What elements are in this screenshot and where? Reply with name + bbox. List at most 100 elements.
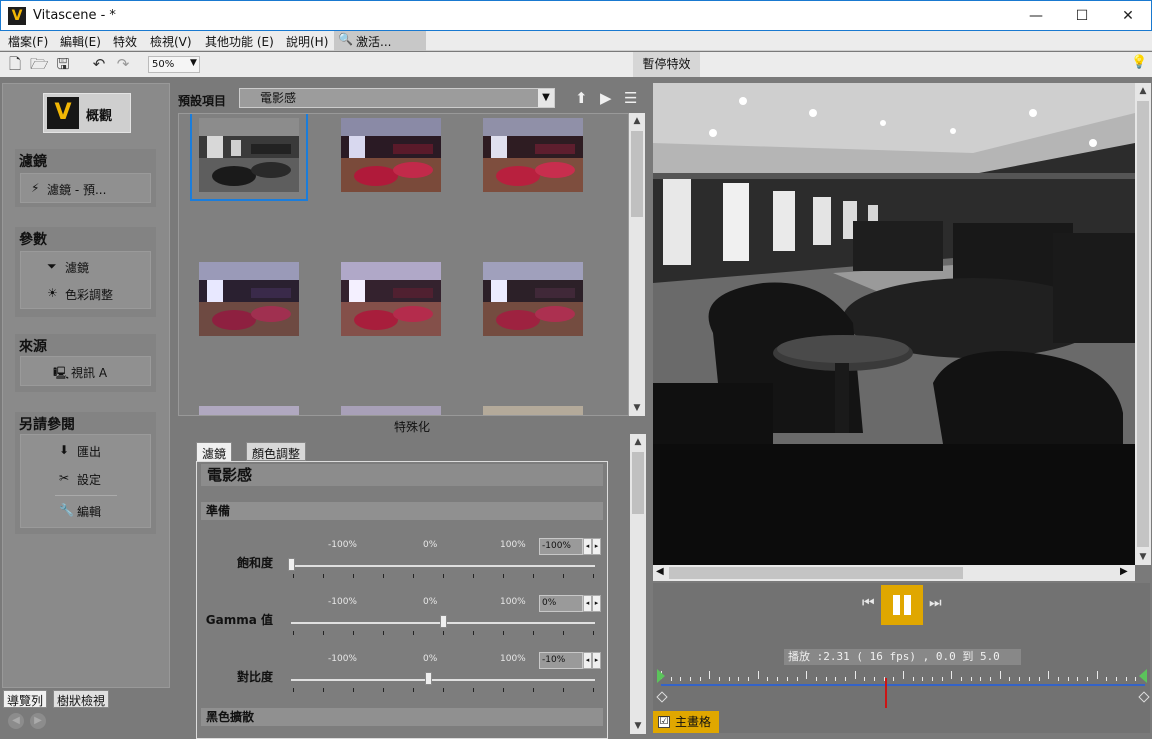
- scrollbar-thumb[interactable]: [1137, 101, 1149, 547]
- preset-thumbnail[interactable]: [341, 406, 441, 415]
- value-field[interactable]: 0%: [539, 595, 583, 612]
- preset-thumbnail[interactable]: [341, 118, 441, 192]
- overview-button[interactable]: V 概觀: [43, 93, 131, 133]
- increment-icon[interactable]: ▸: [592, 595, 601, 612]
- playhead[interactable]: [884, 678, 887, 708]
- search-icon: 🔍: [338, 32, 353, 46]
- timeline[interactable]: [657, 667, 1147, 708]
- pause-button[interactable]: [881, 585, 923, 625]
- scrollbar-thumb[interactable]: [632, 452, 644, 514]
- undo-icon[interactable]: ↶: [90, 55, 108, 73]
- upload-arrow-icon[interactable]: ⬆: [575, 89, 588, 107]
- nav-item-export[interactable]: 匯出: [77, 443, 101, 460]
- slider-tick: [293, 574, 294, 578]
- scroll-right-icon[interactable]: ▶: [1120, 566, 1128, 577]
- preset-thumbnail[interactable]: [199, 406, 299, 415]
- checkbox-icon[interactable]: ☑: [658, 716, 670, 728]
- slider-thumb[interactable]: [440, 615, 447, 628]
- preset-thumbnail[interactable]: [190, 114, 308, 201]
- maximize-button[interactable]: ☐: [1059, 1, 1105, 31]
- skip-forward-icon[interactable]: ⏭: [929, 595, 942, 611]
- menu-help[interactable]: 說明(H): [286, 33, 328, 50]
- keyframe-diamond-icon[interactable]: [1138, 691, 1150, 703]
- scroll-down-icon[interactable]: ▼: [630, 718, 646, 734]
- activate-search-box[interactable]: 🔍 激活...: [334, 31, 426, 51]
- nav-item-edit[interactable]: 編輯: [77, 503, 101, 520]
- slider-tick: [443, 574, 444, 578]
- menu-other[interactable]: 其他功能 (E): [205, 33, 274, 50]
- scrollbar-thumb[interactable]: [631, 131, 643, 217]
- scroll-down-icon[interactable]: ▼: [1135, 549, 1151, 565]
- decrement-icon[interactable]: ◂: [583, 538, 592, 555]
- tab-tree-view[interactable]: 樹狀檢視: [53, 690, 110, 708]
- preview-horizontal-scrollbar[interactable]: ◀ ▶: [653, 565, 1135, 581]
- keyframe-diamond-icon[interactable]: [656, 691, 668, 703]
- main-keyframe-toggle[interactable]: ☑ 主畫格: [653, 711, 720, 733]
- lounge-thumbnail-partial: [199, 406, 299, 415]
- zoom-dropdown-icon[interactable]: ▼: [190, 58, 197, 68]
- preset-thumbnail[interactable]: [341, 262, 441, 336]
- scroll-up-icon[interactable]: ▲: [1135, 83, 1151, 99]
- open-folder-icon[interactable]: 🗁: [30, 55, 49, 73]
- decrement-icon[interactable]: ◂: [583, 595, 592, 612]
- redo-icon[interactable]: ↷: [114, 55, 132, 73]
- save-icon[interactable]: 🖫: [54, 55, 72, 73]
- timeline-tick: [844, 677, 846, 681]
- timeline-tick: [903, 671, 904, 679]
- nav-item-color-adjust[interactable]: 色彩調整: [65, 286, 113, 303]
- tab-navigation[interactable]: 導覽列: [3, 690, 48, 708]
- minimize-button[interactable]: —: [1013, 1, 1059, 31]
- tab-color-adjust[interactable]: 顏色調整: [246, 442, 307, 461]
- scale-max: 100%: [500, 597, 526, 607]
- menu-effects[interactable]: 特效: [113, 33, 137, 50]
- pause-effects-button[interactable]: 暫停特效: [633, 52, 700, 77]
- increment-icon[interactable]: ▸: [592, 538, 601, 555]
- preview-vertical-scrollbar[interactable]: ▲ ▼: [1135, 83, 1151, 565]
- menu-view[interactable]: 檢視(V): [150, 33, 192, 50]
- value-field[interactable]: -10%: [539, 652, 583, 669]
- forward-arrow-icon[interactable]: ▶: [30, 713, 46, 729]
- skip-back-icon[interactable]: ⏮: [862, 595, 875, 611]
- slider-track[interactable]: [291, 679, 595, 681]
- back-arrow-icon[interactable]: ◀: [8, 713, 24, 729]
- tab-filter[interactable]: 濾鏡: [196, 442, 233, 462]
- list-view-icon[interactable]: ☰: [624, 89, 637, 107]
- slider-thumb[interactable]: [288, 558, 295, 571]
- scrollbar-thumb[interactable]: [669, 567, 963, 579]
- scroll-left-icon[interactable]: ◀: [656, 566, 664, 577]
- zoom-value: 50%: [152, 59, 175, 70]
- decrement-icon[interactable]: ◂: [583, 652, 592, 669]
- slider-tick: [413, 631, 414, 635]
- lightbulb-icon[interactable]: 💡: [1131, 55, 1147, 70]
- start-marker-icon[interactable]: [657, 669, 665, 683]
- parameters-scrollbar[interactable]: ▲ ▼: [630, 434, 646, 734]
- preset-thumbnail[interactable]: [483, 118, 583, 192]
- section-title: 另請參閱: [19, 417, 75, 433]
- end-marker-icon[interactable]: [1139, 669, 1147, 683]
- preset-thumbnail[interactable]: [199, 262, 299, 336]
- preset-thumbnail[interactable]: [483, 406, 583, 415]
- nav-item-settings[interactable]: 設定: [77, 471, 101, 488]
- nav-item-filter[interactable]: 濾鏡: [65, 259, 89, 276]
- increment-icon[interactable]: ▸: [592, 652, 601, 669]
- menu-edit[interactable]: 編輯(E): [60, 33, 101, 50]
- scroll-up-icon[interactable]: ▲: [630, 434, 646, 450]
- close-button[interactable]: ✕: [1105, 1, 1151, 31]
- slider-thumb[interactable]: [424, 672, 432, 685]
- new-file-icon[interactable]: 🗋: [6, 55, 24, 73]
- menu-file[interactable]: 檔案(F): [8, 33, 48, 50]
- scroll-up-icon[interactable]: ▲: [629, 113, 645, 129]
- play-preview-icon[interactable]: ▶: [600, 89, 612, 107]
- slider-track[interactable]: [291, 565, 595, 567]
- nav-item-filter-preset[interactable]: ⚡ 濾鏡 - 預...: [20, 173, 151, 203]
- nav-item-video-a[interactable]: 🖳 視訊 A: [20, 356, 151, 386]
- thumbnails-scrollbar[interactable]: ▲ ▼: [629, 113, 645, 416]
- timeline-tick: [670, 677, 672, 681]
- slider-tick: [293, 688, 294, 692]
- video-preview[interactable]: [653, 83, 1135, 565]
- value-field[interactable]: -100%: [539, 538, 583, 555]
- preset-thumbnail[interactable]: [483, 262, 583, 336]
- scale-mid: 0%: [423, 597, 438, 607]
- preset-select[interactable]: 電影感 ▼: [239, 88, 555, 108]
- scroll-down-icon[interactable]: ▼: [629, 400, 645, 416]
